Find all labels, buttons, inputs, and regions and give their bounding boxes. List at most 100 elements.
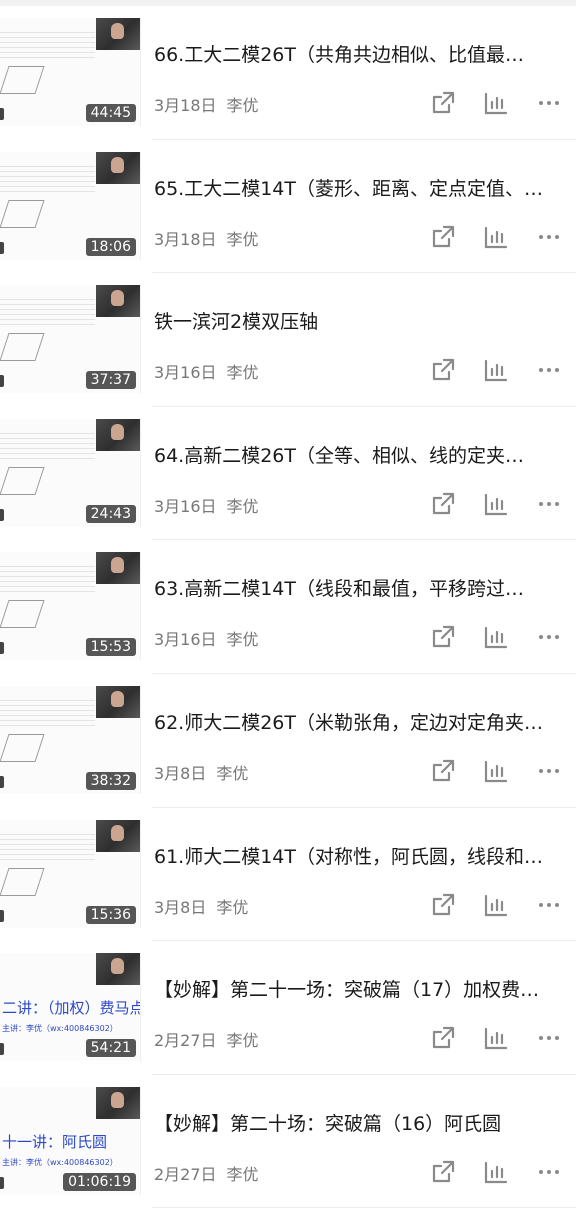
thumbnail-document-lines — [0, 161, 95, 192]
video-list-item[interactable]: 二讲：（加权）费马点 主讲：李优（wx:400846302） 54:21 【妙解… — [0, 941, 576, 1075]
bar-chart-icon[interactable] — [483, 892, 509, 918]
video-thumbnail[interactable]: 18:06 — [0, 151, 141, 260]
video-title[interactable]: 62.师大二模26T（米勒张角，定边对定角夹… — [154, 708, 554, 735]
video-title[interactable]: 66.工大二模26T（共角共边相似、比值最… — [154, 40, 554, 67]
video-list-item[interactable]: 15:36 61.师大二模14T（对称性，阿氏圆，线段和… 3月8日 李优 — [0, 808, 576, 942]
bar-chart-icon[interactable] — [483, 491, 509, 517]
video-duration: 01:06:19 — [63, 1172, 136, 1191]
bar-chart-icon[interactable] — [483, 758, 509, 784]
video-author[interactable]: 李优 — [216, 764, 248, 783]
more-icon[interactable] — [536, 224, 562, 250]
video-duration: 15:36 — [85, 905, 136, 924]
thumbnail-document-lines — [0, 695, 95, 726]
video-thumbnail[interactable]: 38:32 — [0, 685, 141, 794]
thumbnail-document-lines — [0, 428, 95, 459]
more-icon[interactable] — [536, 1159, 562, 1185]
video-date: 3月18日 — [154, 96, 217, 115]
video-thumbnail[interactable]: 15:36 — [0, 819, 141, 928]
video-title[interactable]: 【妙解】第二十一场：突破篇（17）加权费… — [154, 975, 554, 1002]
bar-chart-icon[interactable] — [483, 357, 509, 383]
video-thumbnail[interactable]: 15:53 — [0, 552, 141, 661]
video-list-item[interactable]: 24:43 64.高新二模26T（全等、相似、线的定夹… 3月16日 李优 — [0, 407, 576, 541]
share-icon[interactable] — [430, 1025, 456, 1051]
video-title[interactable]: 【妙解】第二十场：突破篇（16）阿氏圆 — [154, 1109, 554, 1136]
thumbnail-geometry-figure — [0, 867, 45, 896]
bar-chart-icon[interactable] — [483, 1025, 509, 1051]
video-actions — [403, 624, 562, 650]
video-list-item[interactable]: 37:37 铁一滨河2模双压轴 3月16日 李优 — [0, 273, 576, 407]
video-list-item[interactable]: 15:53 63.高新二模14T（线段和最值，平移跨过… 3月16日 李优 — [0, 540, 576, 674]
video-list-item[interactable]: 44:45 66.工大二模26T（共角共边相似、比值最… 3月18日 李优 — [0, 6, 576, 140]
video-title[interactable]: 铁一滨河2模双压轴 — [154, 307, 554, 334]
share-icon[interactable] — [430, 758, 456, 784]
video-author[interactable]: 李优 — [227, 1031, 259, 1050]
thumbnail-document-lines — [0, 562, 95, 593]
video-actions — [403, 1025, 562, 1051]
progress-tab — [0, 108, 4, 120]
video-author[interactable]: 李优 — [227, 96, 259, 115]
video-thumbnail[interactable]: 十一讲：阿氏圆 主讲：李优（wx:400846302） 01:06:19 — [0, 1086, 141, 1195]
video-date: 3月8日 — [154, 763, 207, 783]
more-icon[interactable] — [536, 1025, 562, 1051]
thumbnail-document-lines — [0, 829, 95, 860]
share-icon[interactable] — [430, 624, 456, 650]
video-author[interactable]: 李优 — [227, 630, 259, 649]
video-duration: 15:53 — [85, 638, 136, 657]
more-icon[interactable] — [536, 491, 562, 517]
thumbnail-geometry-figure — [0, 66, 45, 94]
video-author[interactable]: 李优 — [227, 363, 259, 382]
video-thumbnail[interactable]: 44:45 — [0, 18, 141, 126]
video-list: 44:45 66.工大二模26T（共角共边相似、比值最… 3月18日 李优 18:… — [0, 6, 576, 1208]
thumbnail-lecture-subtitle: 主讲：李优（wx:400846302） — [2, 1157, 118, 1167]
video-thumbnail[interactable]: 37:37 — [0, 285, 141, 394]
video-title[interactable]: 63.高新二模14T（线段和最值，平移跨过… — [154, 574, 554, 601]
video-title[interactable]: 61.师大二模14T（对称性，阿氏圆，线段和… — [154, 842, 554, 869]
progress-tab — [0, 909, 4, 922]
video-thumbnail[interactable]: 24:43 — [0, 418, 141, 527]
share-icon[interactable] — [430, 357, 456, 383]
share-icon[interactable] — [430, 892, 456, 918]
thumbnail-geometry-figure — [0, 600, 45, 629]
video-meta: 3月18日 李优 — [154, 226, 259, 250]
bar-chart-icon[interactable] — [483, 1159, 509, 1185]
video-meta: 2月27日 李优 — [154, 1027, 259, 1051]
video-author[interactable]: 李优 — [216, 898, 248, 917]
progress-tab — [0, 241, 4, 254]
video-title[interactable]: 64.高新二模26T（全等、相似、线的定夹… — [154, 441, 554, 468]
video-list-item[interactable]: 十一讲：阿氏圆 主讲：李优（wx:400846302） 01:06:19 【妙解… — [0, 1075, 576, 1208]
thumbnail-webcam-image — [96, 685, 140, 718]
video-author[interactable]: 李优 — [227, 230, 259, 249]
share-icon[interactable] — [430, 90, 456, 116]
bar-chart-icon[interactable] — [483, 224, 509, 250]
bar-chart-icon[interactable] — [483, 624, 509, 650]
video-author[interactable]: 李优 — [227, 1165, 259, 1184]
video-actions — [403, 758, 562, 784]
video-duration: 18:06 — [85, 237, 136, 256]
more-icon[interactable] — [536, 90, 562, 116]
more-icon[interactable] — [536, 624, 562, 650]
share-icon[interactable] — [430, 224, 456, 250]
thumbnail-document-lines — [0, 28, 95, 58]
video-actions — [403, 491, 562, 517]
thumbnail-geometry-figure — [0, 199, 45, 228]
share-icon[interactable] — [430, 1159, 456, 1185]
video-title[interactable]: 65.工大二模14T（菱形、距离、定点定值、… — [154, 174, 554, 201]
thumbnail-document-lines — [0, 295, 95, 326]
video-date: 3月18日 — [154, 229, 217, 249]
video-actions — [403, 90, 562, 116]
video-list-item[interactable]: 38:32 62.师大二模26T（米勒张角，定边对定角夹… 3月8日 李优 — [0, 674, 576, 808]
video-actions — [403, 892, 562, 918]
thumbnail-webcam-image — [96, 552, 140, 585]
video-author[interactable]: 李优 — [227, 497, 259, 516]
video-actions — [403, 357, 562, 383]
video-duration: 44:45 — [85, 104, 136, 122]
video-date: 3月16日 — [154, 630, 217, 650]
video-list-item[interactable]: 18:06 65.工大二模14T（菱形、距离、定点定值、… 3月18日 李优 — [0, 140, 576, 274]
video-thumbnail[interactable]: 二讲：（加权）费马点 主讲：李优（wx:400846302） 54:21 — [0, 953, 141, 1062]
more-icon[interactable] — [536, 357, 562, 383]
share-icon[interactable] — [430, 491, 456, 517]
bar-chart-icon[interactable] — [483, 90, 509, 116]
more-icon[interactable] — [536, 892, 562, 918]
more-icon[interactable] — [536, 758, 562, 784]
progress-tab — [0, 375, 4, 388]
